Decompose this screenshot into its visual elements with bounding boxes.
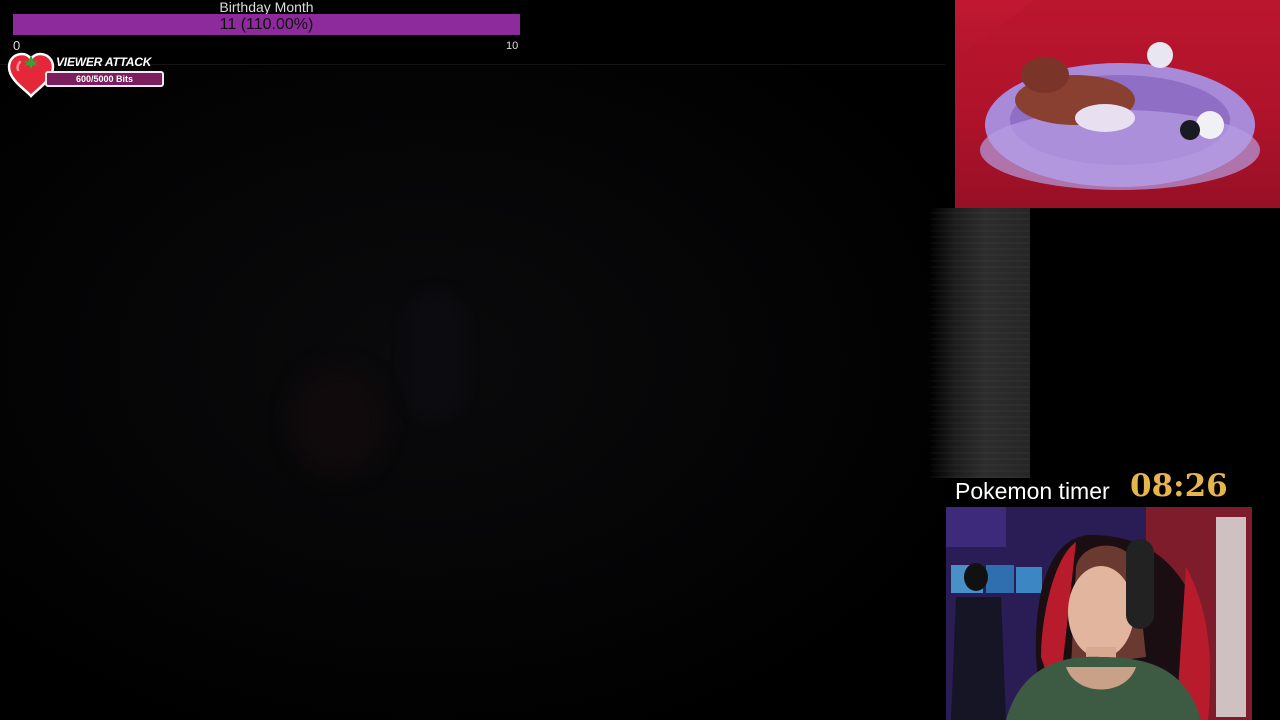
goal-min-label: 0 [13,38,21,53]
webcam-feed [946,507,1252,720]
goal-value: 11 (110.00%) [219,16,314,33]
viewer-attack-title: VIEWER ATTACK [56,55,152,69]
pokemon-timer-label: Pokemon timer [955,478,1110,504]
goal-title: Birthday Month [219,0,314,15]
goal-max-label: 10 [506,40,519,52]
goal-progress-bar: 11 (110.00%) [13,14,520,35]
viewer-attack-progress-text: 600/5000 Bits [75,74,134,84]
game-shadow-figure [405,291,465,421]
viewer-attack-progress-bar: 600/5000 Bits [45,71,164,87]
game-capture-area [0,66,945,720]
pet-camera-feed [955,0,1280,208]
background-wall-strip [930,208,1030,478]
game-dark-object [290,366,385,476]
pokemon-timer-value: 08:26 [1130,468,1228,504]
